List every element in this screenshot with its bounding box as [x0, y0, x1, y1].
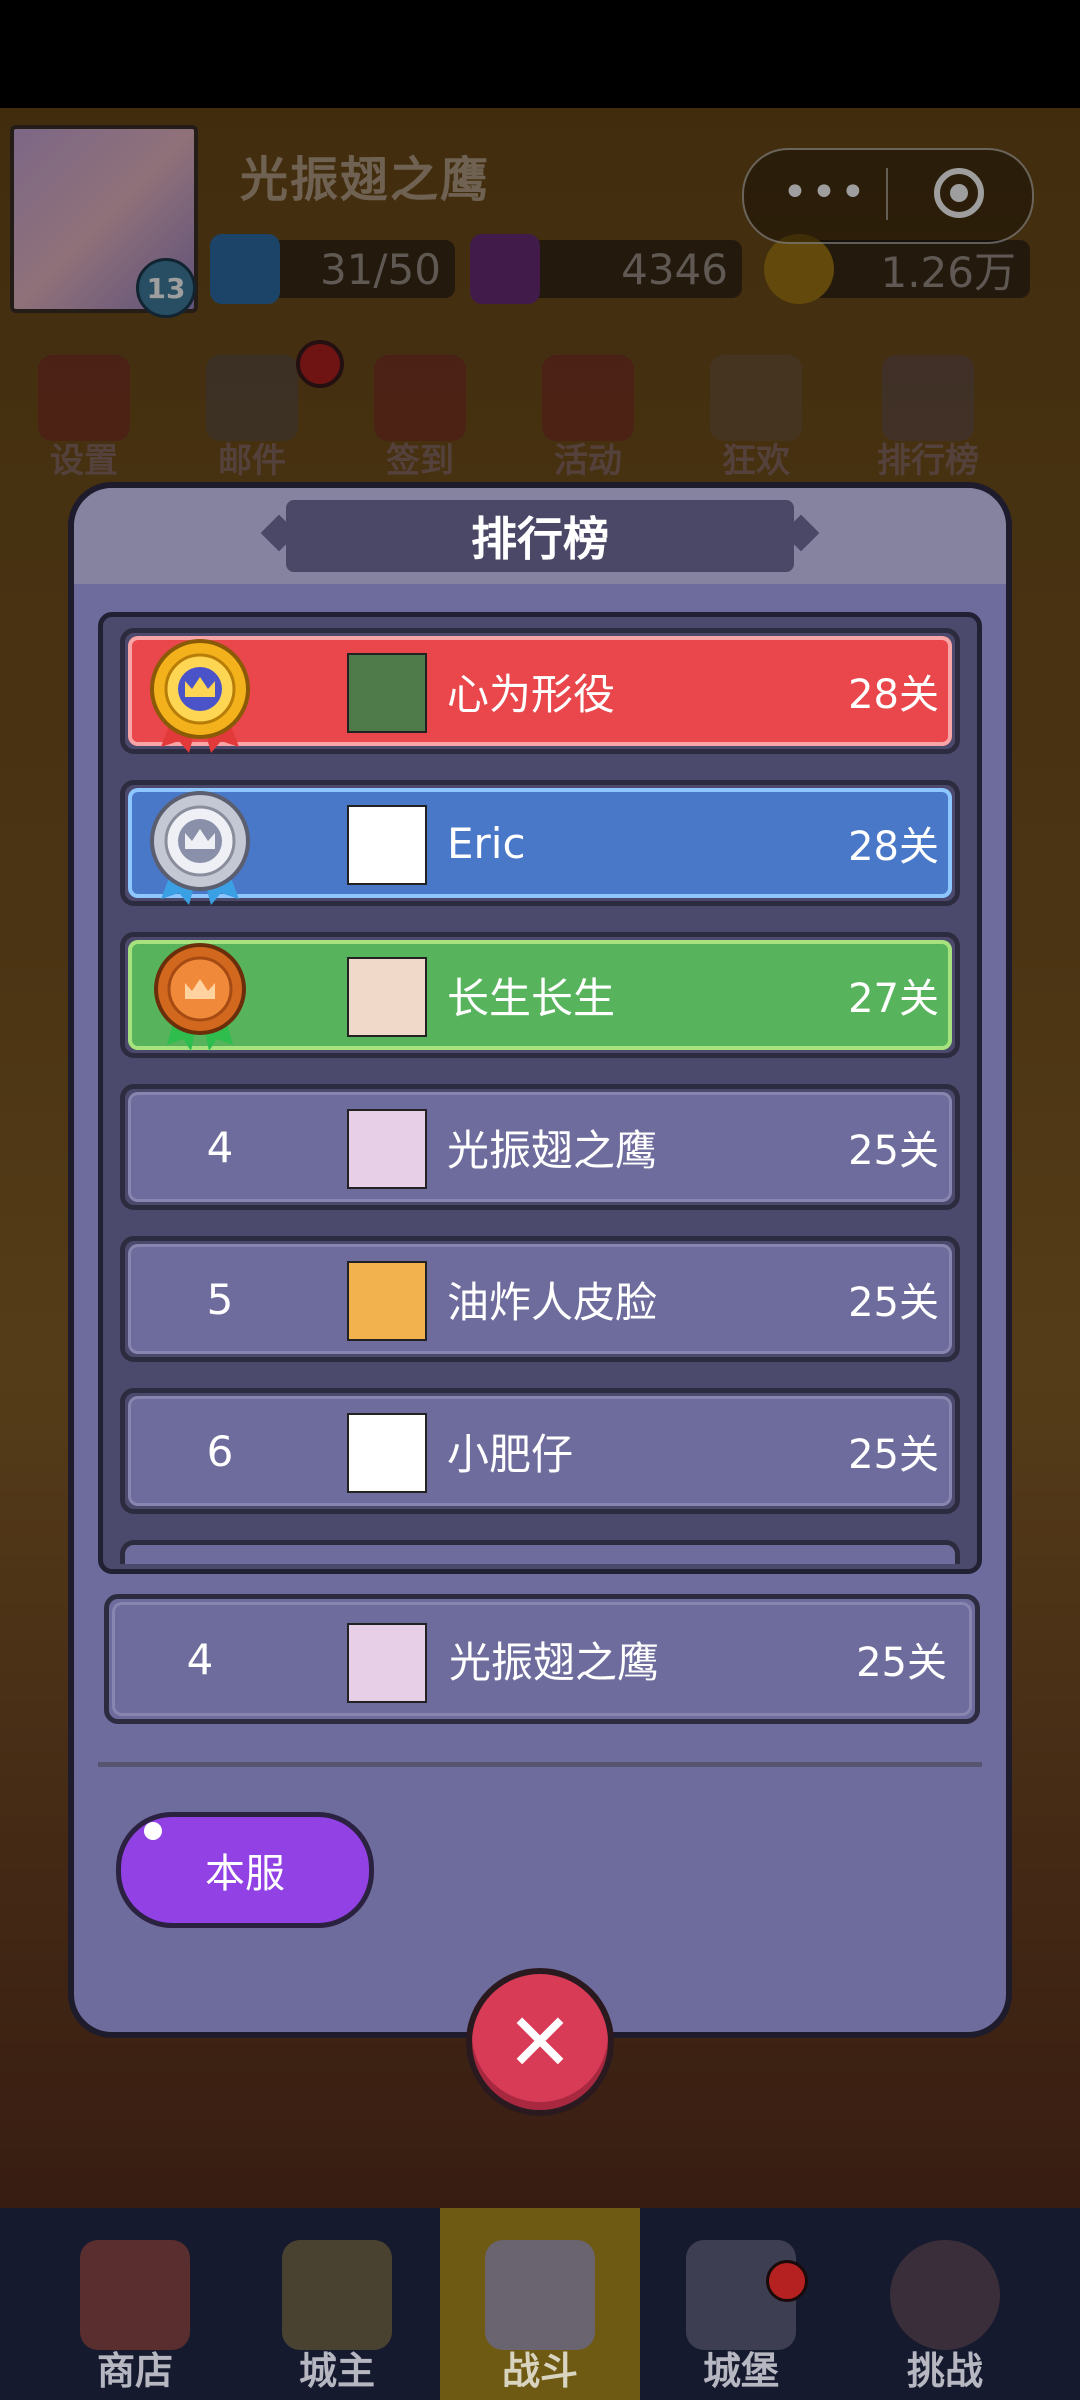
close-button[interactable]: ✕ [466, 1968, 614, 2116]
player-name: 光振翅之鹰 [447, 1125, 658, 1175]
demon-icon [890, 2240, 1000, 2350]
player-name: Eric [447, 818, 526, 868]
stage-score: 25关 [848, 1432, 939, 1478]
player-name: 光振翅之鹰 [449, 1637, 660, 1687]
crown-icon [282, 2240, 392, 2350]
modal-title: 排行榜 [471, 512, 609, 566]
nav-label: 商店 [96, 2349, 173, 2393]
player-name: 长生长生 [447, 973, 616, 1023]
nav-challenge[interactable]: 挑战 [860, 2240, 1030, 2400]
ranking-row-1[interactable]: 心为形役 28关 [120, 628, 960, 754]
crossed-swords-icon [485, 2240, 595, 2350]
avatar [347, 805, 427, 885]
close-icon: ✕ [506, 1995, 574, 2089]
gold-medal-icon [145, 637, 255, 753]
ranking-row-4[interactable]: 4 光振翅之鹰 25关 [120, 1084, 960, 1210]
nav-label: 城主 [298, 2349, 375, 2393]
ranking-row-2[interactable]: Eric 28关 [120, 780, 960, 906]
nav-label: 挑战 [906, 2349, 983, 2393]
stage-score: 25关 [856, 1640, 947, 1686]
ranking-row-6[interactable]: 6 小肥仔 25关 [120, 1388, 960, 1514]
avatar [347, 1413, 427, 1493]
rank-number: 4 [206, 1122, 234, 1172]
nav-label: 城堡 [702, 2349, 779, 2393]
stage-score: 27关 [848, 976, 939, 1022]
shop-icon [80, 2240, 190, 2350]
ranking-row-3[interactable]: 长生长生 27关 [120, 932, 960, 1058]
bronze-medal-icon [145, 941, 255, 1051]
player-name: 心为形役 [447, 669, 616, 719]
avatar [347, 957, 427, 1037]
status-bar [0, 0, 1080, 108]
rank-number: 4 [186, 1634, 214, 1684]
stage-score: 25关 [848, 1128, 939, 1174]
player-name: 小肥仔 [447, 1429, 574, 1479]
avatar [347, 1261, 427, 1341]
ranking-row-partial [120, 1540, 960, 1564]
my-ranking-row[interactable]: 4 光振翅之鹰 25关 [104, 1594, 980, 1724]
rank-number: 6 [206, 1426, 234, 1476]
nav-battle[interactable]: 战斗 [455, 2240, 625, 2400]
nav-shop[interactable]: 商店 [50, 2240, 220, 2400]
silver-medal-icon [145, 789, 255, 905]
avatar [347, 1109, 427, 1189]
notification-dot [766, 2260, 808, 2302]
nav-lord[interactable]: 城主 [252, 2240, 422, 2400]
button-highlight [144, 1822, 162, 1840]
divider [98, 1762, 982, 1767]
stage-score: 28关 [848, 672, 939, 718]
ranking-row-5[interactable]: 5 油炸人皮脸 25关 [120, 1236, 960, 1362]
avatar [347, 1623, 427, 1703]
avatar [347, 653, 427, 733]
player-name: 油炸人皮脸 [447, 1277, 658, 1327]
stage-score: 25关 [848, 1280, 939, 1326]
stage-score: 28关 [848, 824, 939, 870]
nav-label: 战斗 [501, 2349, 578, 2393]
rank-number: 5 [206, 1274, 234, 1324]
